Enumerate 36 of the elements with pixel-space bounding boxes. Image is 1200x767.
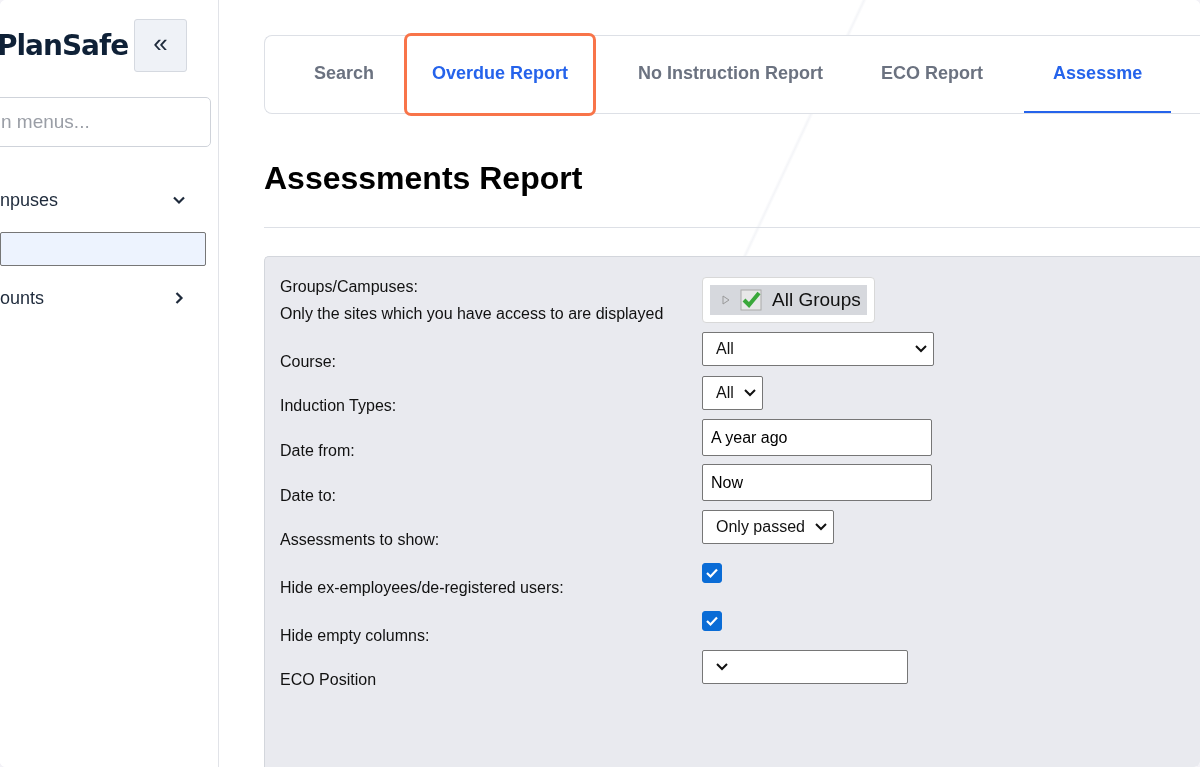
nav-item[interactable] <box>0 232 206 266</box>
tab[interactable]: Search <box>285 36 404 113</box>
field-label: Course: <box>280 353 337 371</box>
field-note: Only the sites which you have access to are displayed <box>280 304 664 323</box>
tab[interactable]: Assessme <box>1024 36 1172 113</box>
tab[interactable]: ECO Report <box>852 36 1013 113</box>
dropdown[interactable]: All <box>702 332 934 366</box>
field-label: Assessments to show: <box>280 531 440 549</box>
search-field[interactable]: n menus... <box>0 97 211 147</box>
dropdown[interactable]: All <box>702 376 763 410</box>
dropdown[interactable]: Only passed <box>702 510 834 544</box>
nav-item[interactable]: ounts <box>0 266 206 330</box>
collapse-button[interactable]: « <box>134 18 187 72</box>
app-logo: PlanSafe <box>0 28 129 62</box>
tab[interactable]: No Instruction Report <box>609 36 853 113</box>
dropdown[interactable] <box>702 650 908 684</box>
tree-node[interactable]: All Groups <box>710 285 867 315</box>
checkbox[interactable] <box>702 611 722 631</box>
field-label: Induction Types: <box>280 397 397 415</box>
checkbox[interactable] <box>702 563 722 583</box>
caret-icon <box>743 389 756 397</box>
caret-icon <box>716 663 728 671</box>
caret-icon <box>814 523 827 531</box>
field-label: Hide ex-employees/de-registered users: <box>280 579 564 597</box>
field-label: Hide empty columns: <box>280 627 430 645</box>
tab[interactable]: Overdue Report <box>403 32 598 117</box>
field-label: Date to: <box>280 487 337 505</box>
field-label: Groups/Campuses: <box>280 277 419 296</box>
caret-icon <box>915 345 927 353</box>
field-label: ECO Position <box>280 671 377 689</box>
page-title: Assessments Report <box>264 160 584 197</box>
nav-item[interactable]: npuses <box>0 168 206 232</box>
checked-icon <box>740 289 762 311</box>
input-field[interactable]: Now <box>702 464 932 501</box>
field-label: Date from: <box>280 442 355 460</box>
input-field[interactable]: A year ago <box>702 419 932 456</box>
